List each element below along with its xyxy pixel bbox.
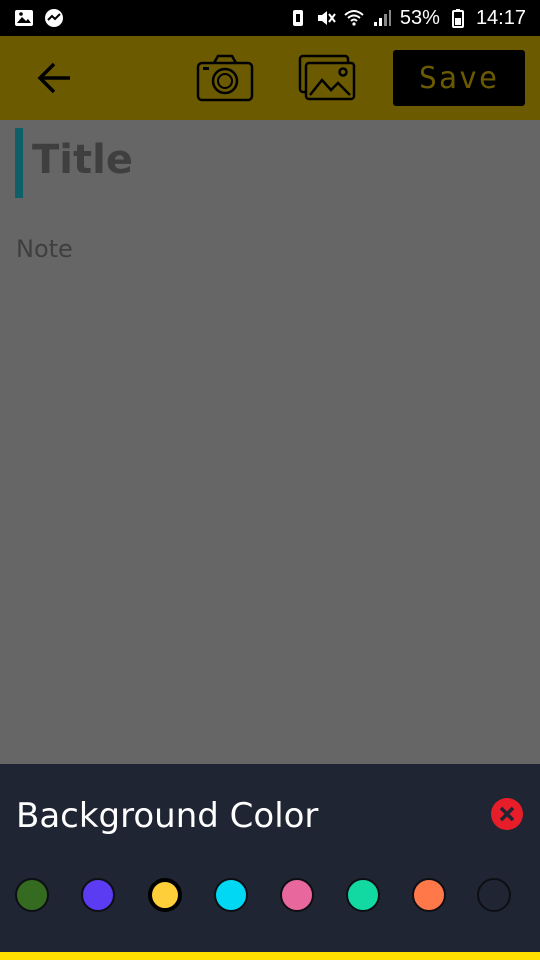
messenger-notification-icon <box>45 9 63 27</box>
status-bar: 53% 14:17 <box>0 0 540 36</box>
arrow-left-icon <box>37 62 70 94</box>
color-swatch-teal[interactable] <box>346 878 380 912</box>
color-swatch-navy[interactable] <box>477 878 511 912</box>
color-swatch-yellow[interactable] <box>148 878 182 912</box>
back-button[interactable] <box>30 56 78 100</box>
top-toolbar: Save <box>0 36 540 120</box>
signal-icon <box>373 10 391 26</box>
save-button[interactable]: Save <box>393 50 525 106</box>
image-notification-icon <box>15 10 33 26</box>
battery-icon <box>451 9 464 28</box>
accent-strip <box>0 952 540 960</box>
background-color-sheet: Background Color <box>0 764 540 960</box>
title-input[interactable]: Title <box>32 134 133 186</box>
color-swatch-green[interactable] <box>15 878 49 912</box>
battery-percentage: 53% <box>399 7 440 29</box>
close-button[interactable] <box>491 798 523 830</box>
close-icon <box>499 806 515 822</box>
color-swatch-indigo[interactable] <box>81 878 115 912</box>
gallery-button[interactable] <box>298 54 356 102</box>
wifi-icon <box>344 10 364 26</box>
color-swatch-orange[interactable] <box>412 878 446 912</box>
color-swatch-pink[interactable] <box>280 878 314 912</box>
clock: 14:17 <box>475 7 526 29</box>
note-input[interactable]: Note <box>16 232 73 266</box>
color-swatches <box>15 878 525 914</box>
battery-saver-icon <box>292 10 303 26</box>
camera-icon <box>196 54 254 102</box>
mute-icon <box>317 11 336 25</box>
gallery-icon <box>298 54 356 101</box>
title-cursor <box>15 128 23 198</box>
color-swatch-cyan[interactable] <box>214 878 248 912</box>
sheet-title: Background Color <box>16 796 319 836</box>
camera-button[interactable] <box>196 54 254 102</box>
